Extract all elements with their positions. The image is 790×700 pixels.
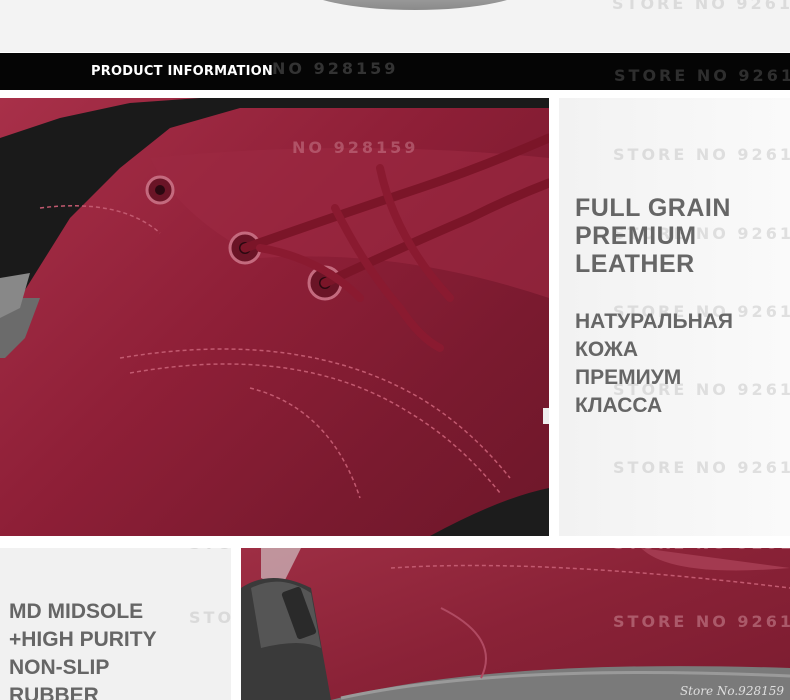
leather-heading-english: FULL GRAIN PREMIUM LEATHER xyxy=(575,194,731,278)
watermark-text: STORE NO 92615 xyxy=(613,458,790,477)
watermark-text: STORE NO.928159 xyxy=(189,608,231,627)
heading-line: НАТУРАЛЬНАЯ xyxy=(575,310,734,333)
heading-line: PREMIUM xyxy=(575,222,697,250)
midsole-closeup-photo: STORE NO 92615 STORE NO 92615 Store No.9… xyxy=(241,548,790,700)
watermark-text: STORE NO 92615 xyxy=(612,0,790,13)
watermark-text: STORE NO 92615 xyxy=(614,66,790,85)
heading-line: LEATHER xyxy=(575,250,695,278)
heading-line: RUBBER xyxy=(9,684,99,700)
watermark-text: STORE NO 92615 xyxy=(613,145,790,164)
heading-line: FULL GRAIN xyxy=(575,194,731,222)
heading-line: ПРЕМИУМ xyxy=(575,366,682,389)
leather-closeup-photo: NO 928159 xyxy=(0,98,549,536)
shoe-midsole-illustration xyxy=(241,548,790,700)
section-header-bar: PRODUCT INFORMATION NO 928159 STORE NO 9… xyxy=(0,53,790,90)
midsole-heading: MD MIDSOLE +HIGH PURITY NON-SLIP RUBBER xyxy=(9,598,157,700)
store-signature: Store No.928159 xyxy=(679,684,784,698)
heading-line: +HIGH PURITY xyxy=(9,628,157,651)
leather-heading-russian: НАТУРАЛЬНАЯ КОЖА ПРЕМИУМ КЛАССА xyxy=(575,308,733,420)
top-product-photo: STORE NO 92615 xyxy=(0,0,790,52)
heading-line: КОЖА xyxy=(575,338,639,361)
heading-line: MD MIDSOLE xyxy=(9,600,144,623)
watermark-text: NO 928159 xyxy=(272,59,399,78)
shoe-sole-image xyxy=(300,0,530,10)
heading-line: КЛАССА xyxy=(575,394,663,417)
heading-line: NON-SLIP xyxy=(9,656,110,679)
leather-description-panel: STORE NO 92615 STORE NO 92615 STORE NO 9… xyxy=(559,98,790,536)
shoe-leather-illustration xyxy=(0,98,549,536)
section-title: PRODUCT INFORMATION xyxy=(91,64,273,79)
watermark-text: STORE NO.928159 xyxy=(189,548,231,553)
midsole-description-panel: STORE NO.928159 STORE NO.928159 MD MIDSO… xyxy=(0,548,231,700)
